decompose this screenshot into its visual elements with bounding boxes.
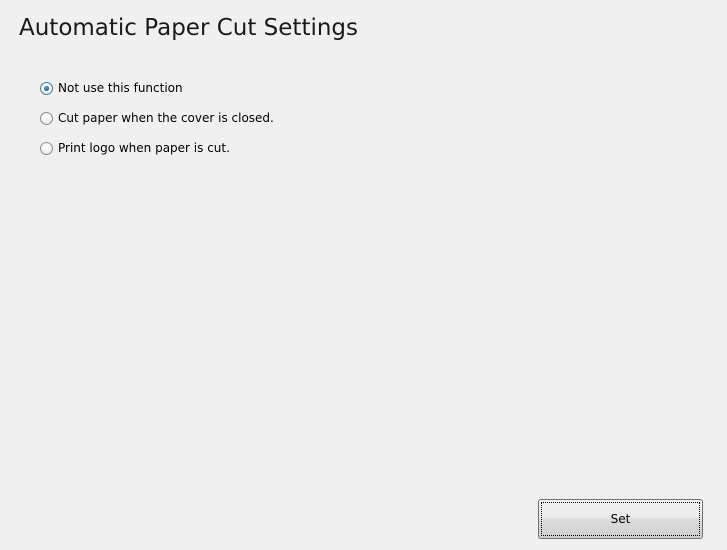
option-cut-when-cover-closed[interactable]: Cut paper when the cover is closed. bbox=[40, 110, 274, 126]
page-title: Automatic Paper Cut Settings bbox=[19, 15, 359, 41]
option-label[interactable]: Not use this function bbox=[58, 80, 183, 96]
option-label[interactable]: Cut paper when the cover is closed. bbox=[58, 110, 274, 126]
paper-cut-options: Not use this function Cut paper when the… bbox=[40, 80, 274, 170]
set-button[interactable]: Set bbox=[538, 499, 703, 539]
radio-dot-icon bbox=[44, 85, 49, 91]
radio-button-icon[interactable] bbox=[40, 141, 53, 155]
option-print-logo[interactable]: Print logo when paper is cut. bbox=[40, 140, 274, 156]
option-label[interactable]: Print logo when paper is cut. bbox=[58, 140, 230, 156]
radio-button-icon[interactable] bbox=[40, 111, 53, 125]
option-not-use[interactable]: Not use this function bbox=[40, 80, 274, 96]
radio-button-checked-icon[interactable] bbox=[40, 81, 53, 95]
